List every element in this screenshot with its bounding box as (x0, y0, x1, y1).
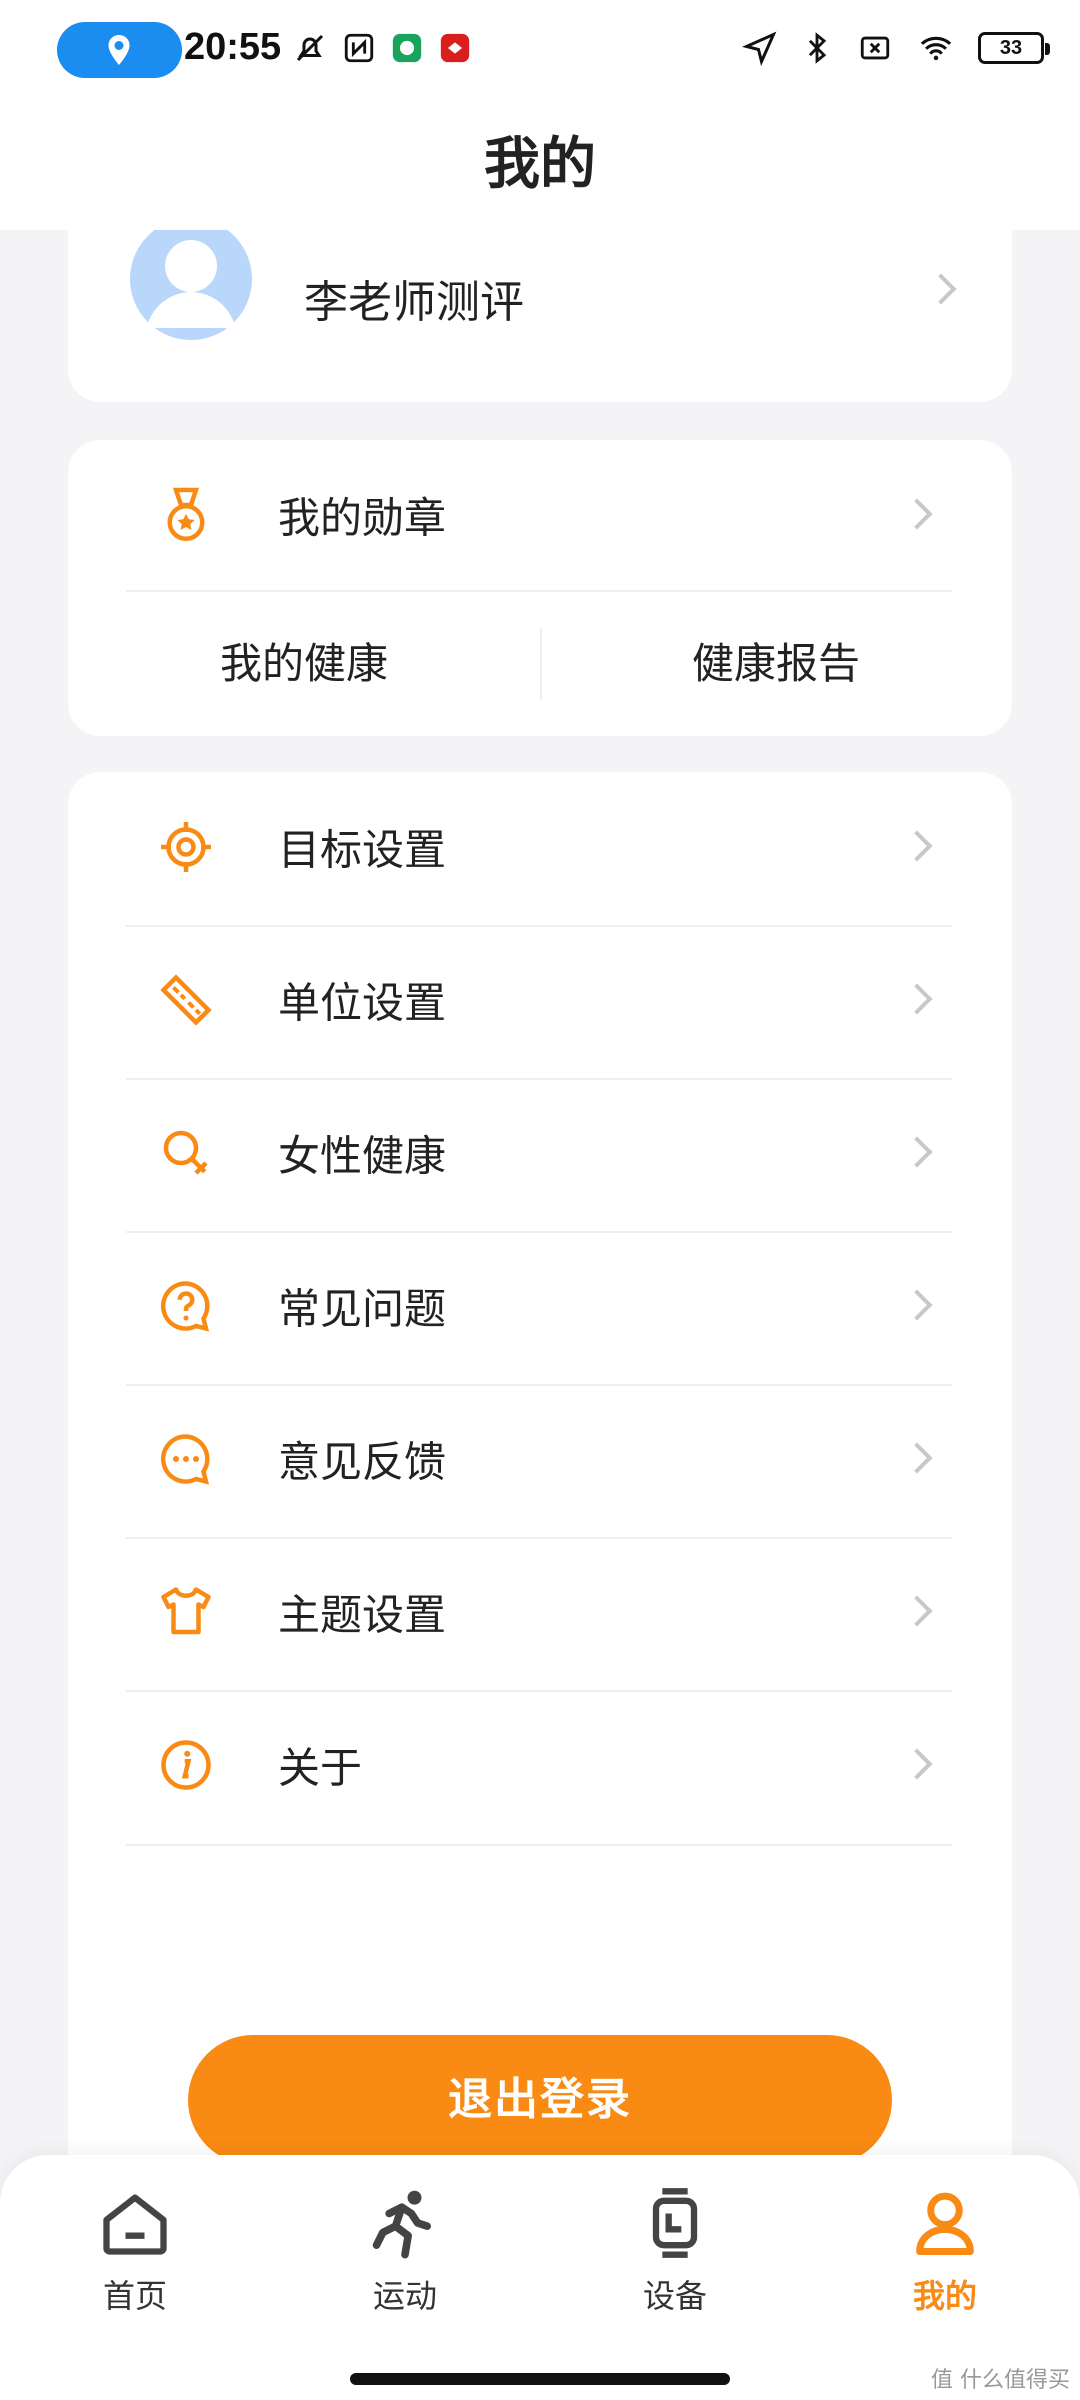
bottom-nav: 首页 运动 设备 我的 (0, 2155, 1080, 2400)
chevron-right-icon (901, 983, 933, 1015)
my-medals-row[interactable]: 我的勋章 (126, 440, 952, 590)
chevron-right-icon (901, 1136, 933, 1168)
app-red-notification-icon (440, 33, 470, 63)
info-icon (161, 1740, 211, 1790)
chat-icon (160, 1434, 210, 1485)
profile-name: 李老师测评 (304, 277, 524, 328)
no-sim-icon (860, 36, 890, 60)
nav-item-sport[interactable]: 运动 (315, 2185, 495, 2335)
wifi-icon (920, 36, 952, 61)
chevron-right-icon (901, 498, 933, 530)
location-pin-icon (108, 35, 130, 65)
menu-item-feedback[interactable]: 意见反馈 (126, 1384, 952, 1534)
running-icon (372, 2190, 431, 2259)
status-time: 20:55 (184, 26, 282, 68)
location-pill[interactable] (57, 22, 182, 78)
nfc-icon (344, 33, 374, 63)
menu-item-label: 单位设置 (278, 978, 447, 1028)
question-icon (160, 1281, 210, 1332)
my-health-button[interactable]: 我的健康 (68, 592, 540, 736)
menu-item-label: 女性健康 (278, 1131, 447, 1181)
menu-item-about[interactable]: 关于 (126, 1690, 952, 1840)
bluetooth-icon (808, 32, 827, 64)
medal-health-card: 我的勋章 我的健康 健康报告 (68, 440, 1012, 736)
menu-item-female-health[interactable]: 女性健康 (126, 1078, 952, 1228)
menu-item-label: 目标设置 (278, 825, 447, 875)
target-icon (161, 822, 211, 872)
menu-item-faq[interactable]: 常见问题 (126, 1231, 952, 1381)
settings-menu-card: 目标设置 单位设置 女性健康 常见问题 意见反馈 主题设置 关于 (68, 772, 1012, 2192)
nav-label: 设备 (642, 2277, 707, 2315)
logout-button[interactable]: 退出登录 (188, 2035, 892, 2165)
menu-item-label: 意见反馈 (278, 1437, 447, 1487)
health-report-button[interactable]: 健康报告 (540, 592, 1012, 736)
bell-off-icon (296, 34, 324, 62)
chevron-right-icon (901, 1289, 933, 1321)
chevron-right-icon (901, 1748, 933, 1780)
chevron-right-icon (901, 1595, 933, 1627)
status-bar: 20:55 33 (0, 0, 1080, 100)
chevron-right-icon (901, 1442, 933, 1474)
battery-level: 33 (999, 37, 1023, 59)
nav-item-home[interactable]: 首页 (45, 2185, 225, 2335)
nav-item-mine[interactable]: 我的 (855, 2185, 1035, 2335)
my-medals-label: 我的勋章 (278, 493, 447, 543)
medal-icon (167, 487, 205, 541)
nav-label: 运动 (372, 2277, 437, 2315)
female-icon (163, 1130, 208, 1175)
tshirt-icon (161, 1587, 211, 1635)
nav-item-device[interactable]: 设备 (585, 2185, 765, 2335)
person-icon (916, 2192, 974, 2255)
nav-label: 首页 (102, 2277, 167, 2315)
menu-item-label: 常见问题 (278, 1284, 447, 1334)
profile-card[interactable]: 李老师测评 (68, 230, 1012, 402)
navigation-arrow-icon (742, 31, 777, 66)
chevron-right-icon (901, 830, 933, 862)
menu-item-label: 关于 (278, 1743, 363, 1793)
menu-item-goal-settings[interactable]: 目标设置 (126, 772, 952, 922)
avatar-placeholder-icon (130, 230, 252, 340)
menu-item-unit-settings[interactable]: 单位设置 (126, 925, 952, 1075)
ruler-icon (160, 974, 212, 1026)
health-split-row: 我的健康 健康报告 (68, 592, 1012, 736)
watch-icon (652, 2188, 698, 2258)
watermark: 值 什么值得买 (931, 2368, 1070, 2393)
nav-label: 我的 (912, 2277, 977, 2315)
app-notification-icon (392, 33, 422, 63)
chevron-right-icon (925, 273, 957, 305)
battery-indicator: 33 (978, 32, 1050, 64)
home-indicator[interactable] (350, 2373, 730, 2385)
avatar[interactable] (130, 230, 252, 340)
divider (126, 1844, 952, 1846)
home-icon (103, 2194, 167, 2255)
menu-item-theme-settings[interactable]: 主题设置 (126, 1537, 952, 1687)
menu-item-label: 主题设置 (278, 1590, 447, 1640)
page-header: 我的 (0, 100, 1080, 230)
page-title: 我的 (484, 132, 596, 197)
